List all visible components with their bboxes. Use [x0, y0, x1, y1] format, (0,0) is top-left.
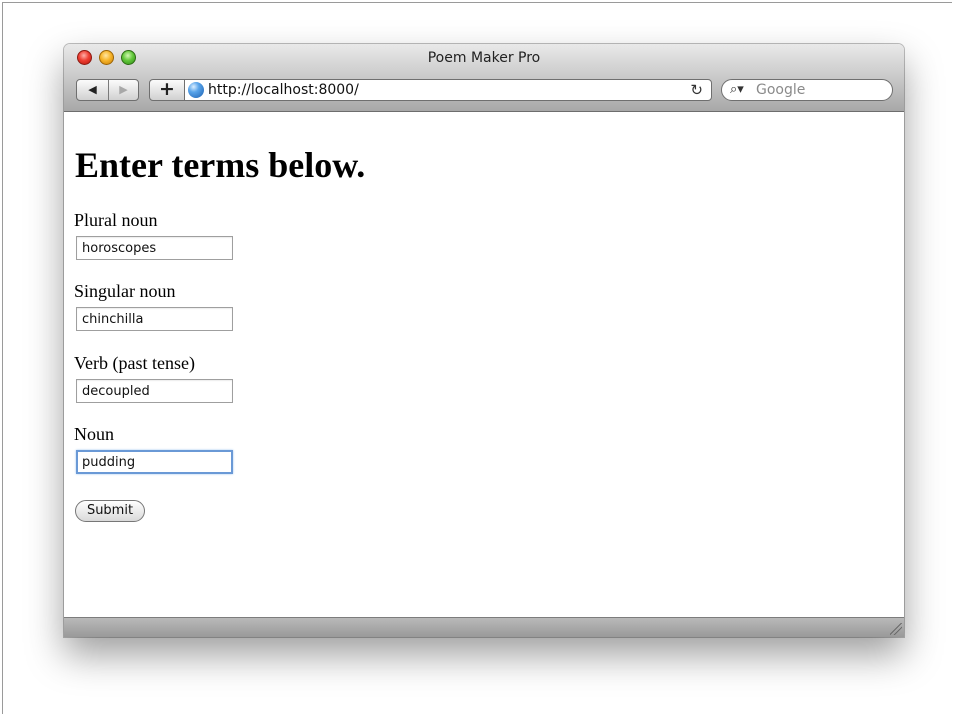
- submit-button[interactable]: Submit: [75, 500, 145, 522]
- reload-icon[interactable]: ↻: [690, 80, 703, 100]
- add-bookmark-button[interactable]: +: [149, 79, 185, 101]
- past-tense-verb-label: Verb (past tense): [74, 353, 195, 373]
- past-tense-verb-input[interactable]: [76, 379, 233, 403]
- plural-noun-label: Plural noun: [74, 210, 158, 230]
- noun-input[interactable]: [76, 450, 233, 474]
- browser-toolbar: Poem Maker Pro ◀ ▶ + http://localhost:80…: [64, 44, 904, 112]
- navigation-buttons: ◀ ▶: [76, 79, 139, 101]
- singular-noun-input[interactable]: [76, 307, 233, 331]
- status-bar: [64, 617, 904, 637]
- search-icon[interactable]: ⌕▾: [730, 81, 744, 99]
- plus-icon: +: [159, 78, 175, 100]
- address-bar[interactable]: http://localhost:8000/ ↻: [184, 79, 712, 101]
- window-title: Poem Maker Pro: [427, 50, 541, 66]
- page-content: Enter terms below. Plural noun Singular …: [64, 112, 904, 617]
- noun-label: Noun: [74, 424, 114, 444]
- search-field[interactable]: ⌕▾: [721, 79, 893, 101]
- back-arrow-icon: ◀: [88, 83, 97, 96]
- plural-noun-input[interactable]: [76, 236, 233, 260]
- forward-button[interactable]: ▶: [108, 80, 138, 100]
- forward-arrow-icon: ▶: [119, 83, 128, 96]
- back-button[interactable]: ◀: [77, 80, 109, 100]
- singular-noun-label: Singular noun: [74, 281, 176, 301]
- globe-icon: [188, 82, 204, 98]
- address-url[interactable]: http://localhost:8000/: [208, 81, 359, 99]
- browser-window: Poem Maker Pro ◀ ▶ + http://localhost:80…: [64, 44, 904, 637]
- resize-grip-icon[interactable]: [890, 623, 902, 635]
- page-title: Enter terms below.: [75, 145, 366, 185]
- search-input[interactable]: [756, 81, 886, 99]
